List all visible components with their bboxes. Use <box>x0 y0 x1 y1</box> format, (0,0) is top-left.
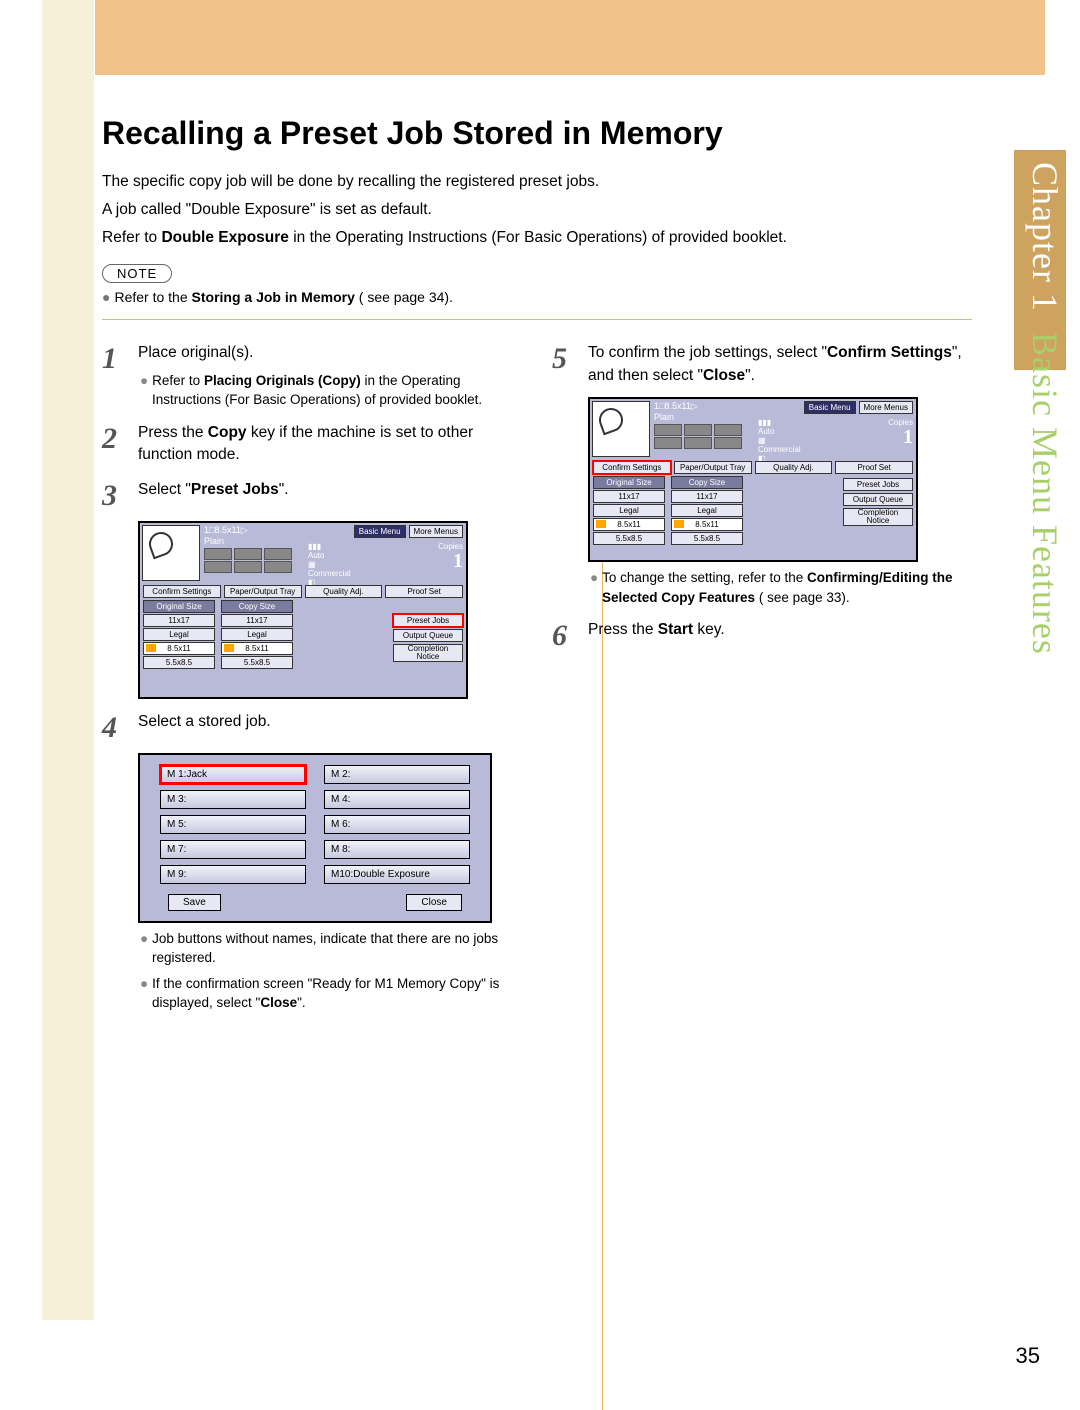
two-column-layout: 1 Place original(s). ●Refer to Placing O… <box>102 330 972 1013</box>
step-body: Select a stored job. <box>138 711 271 743</box>
size-button[interactable]: Legal <box>221 628 293 641</box>
proof-set-button[interactable]: Proof Set <box>385 585 463 598</box>
memory-slot-button[interactable]: M 3: <box>160 790 306 809</box>
step-number: 6 <box>552 619 588 651</box>
output-queue-button[interactable]: Output Queue <box>393 629 463 642</box>
quality-adj-button[interactable]: Quality Adj. <box>305 585 383 598</box>
left-column: 1 Place original(s). ●Refer to Placing O… <box>102 330 522 1013</box>
tab-basic-menu[interactable]: Basic Menu <box>354 525 406 538</box>
step-6: 6 Press the Start key. <box>552 619 972 651</box>
section-divider <box>102 319 972 320</box>
step-body: Select "Preset Jobs". <box>138 479 289 511</box>
step-4-sub-1: ●Job buttons without names, indicate tha… <box>138 929 522 968</box>
step-3: 3 Select "Preset Jobs". <box>102 479 522 511</box>
intro-line-3: Refer to Double Exposure in the Operatin… <box>102 226 972 250</box>
step-2: 2 Press the Copy key if the machine is s… <box>102 422 522 467</box>
step-number: 3 <box>102 479 138 511</box>
left-color-band <box>42 0 94 1320</box>
preview-thumbnail <box>592 401 650 457</box>
intro-line-1: The specific copy job will be done by re… <box>102 170 972 194</box>
bullet-icon: ● <box>590 570 598 585</box>
page-content: Recalling a Preset Job Stored in Memory … <box>102 115 972 1013</box>
step-number: 2 <box>102 422 138 467</box>
preset-jobs-button[interactable]: Preset Jobs <box>843 478 913 491</box>
size-button[interactable]: 8.5x11 <box>143 642 215 655</box>
step-4: 4 Select a stored job. <box>102 711 522 743</box>
page-title: Recalling a Preset Job Stored in Memory <box>102 115 972 152</box>
bullet-icon: ● <box>102 289 110 305</box>
size-button[interactable]: 11x17 <box>143 614 215 627</box>
bullet-icon: ● <box>140 976 148 991</box>
size-button[interactable]: 5.5x8.5 <box>143 656 215 669</box>
proof-set-button[interactable]: Proof Set <box>835 461 913 474</box>
paper-output-tray-button[interactable]: Paper/Output Tray <box>674 461 752 474</box>
step-body: Press the Copy key if the machine is set… <box>138 422 522 467</box>
completion-notice-button[interactable]: CompletionNotice <box>393 644 463 662</box>
intro-block: The specific copy job will be done by re… <box>102 170 972 250</box>
top-color-band <box>95 0 1045 75</box>
note-text: ●Refer to the Storing a Job in Memory ( … <box>102 289 972 305</box>
size-button[interactable]: 8.5x11 <box>221 642 293 655</box>
step-number: 5 <box>552 342 588 387</box>
paper-output-tray-button[interactable]: Paper/Output Tray <box>224 585 302 598</box>
tab-more-menus[interactable]: More Menus <box>409 525 463 538</box>
confirm-settings-button[interactable]: Confirm Settings <box>593 461 671 474</box>
quality-adj-button[interactable]: Quality Adj. <box>755 461 833 474</box>
memory-slot-button[interactable]: M 8: <box>324 840 470 859</box>
copy-size-header: Copy Size <box>221 600 293 613</box>
bullet-icon: ● <box>140 931 148 946</box>
plain-label: Plain <box>204 536 224 546</box>
chapter-side-tab: Chapter 1 Basic Menu Features <box>1014 150 1066 1200</box>
size-button[interactable]: Legal <box>143 628 215 641</box>
paper-label: 1□8.5x11▷ <box>204 525 248 535</box>
note-badge: NOTE <box>102 264 172 283</box>
touch-panel-confirm-settings: 1□8.5x11▷ Plain Basic Menu More Menus ▮▮… <box>588 397 918 562</box>
step-body: To confirm the job settings, select "Con… <box>588 342 972 387</box>
preview-thumbnail <box>142 525 200 581</box>
step-5: 5 To confirm the job settings, select "C… <box>552 342 972 387</box>
page-number: 35 <box>1016 1343 1040 1369</box>
step-number: 1 <box>102 342 138 410</box>
preset-jobs-button[interactable]: Preset Jobs <box>393 614 463 627</box>
original-size-header: Original Size <box>143 600 215 613</box>
step-1-sub: ●Refer to Placing Originals (Copy) in th… <box>138 371 522 410</box>
step-body: Place original(s). ●Refer to Placing Ori… <box>138 342 522 410</box>
step-1: 1 Place original(s). ●Refer to Placing O… <box>102 342 522 410</box>
confirm-settings-button[interactable]: Confirm Settings <box>143 585 221 598</box>
save-button[interactable]: Save <box>168 894 221 911</box>
step-4-sub-2: ●If the confirmation screen "Ready for M… <box>138 974 522 1013</box>
memory-slot-button[interactable]: M 9: <box>160 865 306 884</box>
touch-panel-memory-list: M 1:Jack M 2: M 3: M 4: M 5: M 6: M 7: M… <box>138 753 492 923</box>
touch-panel-preset-jobs: 1□8.5x11▷ Plain Basic Menu More Menus ▮▮… <box>138 521 468 699</box>
memory-slot-button[interactable]: M 1:Jack <box>160 765 306 784</box>
memory-slot-button[interactable]: M 7: <box>160 840 306 859</box>
memory-slot-button[interactable]: M10:Double Exposure <box>324 865 470 884</box>
tab-more-menus[interactable]: More Menus <box>859 401 913 414</box>
copies-value: 1 <box>438 551 463 571</box>
output-queue-button[interactable]: Output Queue <box>843 493 913 506</box>
completion-notice-button[interactable]: CompletionNotice <box>843 508 913 526</box>
right-column: 5 To confirm the job settings, select "C… <box>552 330 972 1013</box>
memory-slot-button[interactable]: M 5: <box>160 815 306 834</box>
side-tab-text: Chapter 1 Basic Menu Features <box>1014 162 1066 1162</box>
size-button[interactable]: 5.5x8.5 <box>221 656 293 669</box>
step-5-sub: ●To change the setting, refer to the Con… <box>588 568 972 607</box>
tab-basic-menu[interactable]: Basic Menu <box>804 401 856 414</box>
bullet-icon: ● <box>140 373 148 388</box>
memory-slot-button[interactable]: M 2: <box>324 765 470 784</box>
step-number: 4 <box>102 711 138 743</box>
close-button[interactable]: Close <box>406 894 462 911</box>
step-body: Press the Start key. <box>588 619 725 651</box>
size-button[interactable]: 11x17 <box>221 614 293 627</box>
memory-slot-button[interactable]: M 6: <box>324 815 470 834</box>
memory-slot-button[interactable]: M 4: <box>324 790 470 809</box>
intro-line-2: A job called "Double Exposure" is set as… <box>102 198 972 222</box>
